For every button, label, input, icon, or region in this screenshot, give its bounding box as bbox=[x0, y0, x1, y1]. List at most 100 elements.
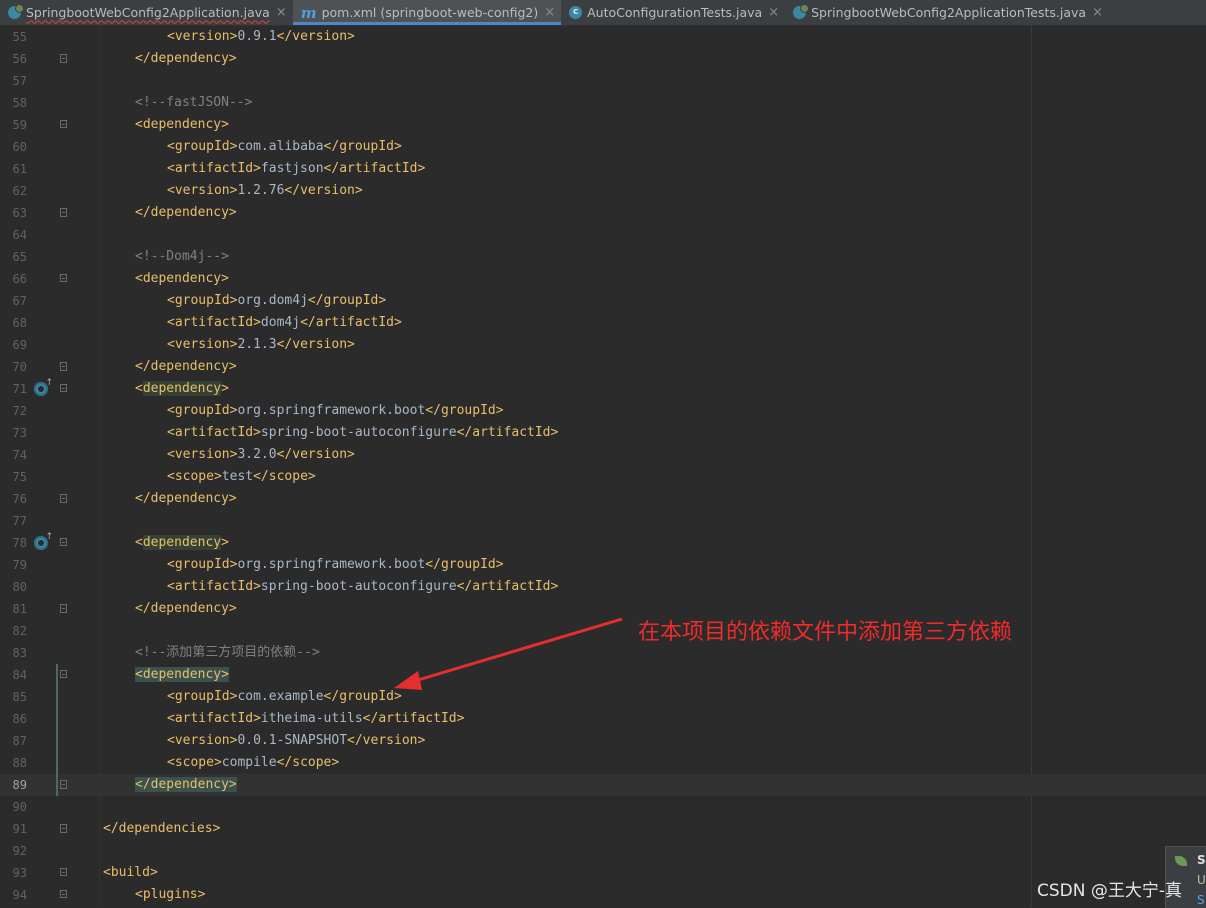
code-text: <dependency> bbox=[135, 117, 229, 132]
code-line-current[interactable]: 89 </dependency> bbox=[0, 774, 1206, 796]
line-number: 90 bbox=[12, 800, 27, 814]
code-line[interactable]: 59 <dependency> bbox=[0, 114, 1206, 136]
code-text: <groupId>org.springframework.boot</group… bbox=[167, 403, 504, 418]
close-icon[interactable]: × bbox=[276, 5, 287, 20]
fold-start-icon[interactable] bbox=[60, 890, 67, 898]
code-text: <artifactId>dom4j</artifactId> bbox=[167, 315, 402, 330]
code-line[interactable]: 79 <groupId>org.springframework.boot</gr… bbox=[0, 554, 1206, 576]
code-line[interactable]: 57 bbox=[0, 70, 1206, 92]
fold-start-icon[interactable] bbox=[60, 120, 67, 128]
fold-end-icon[interactable] bbox=[60, 208, 67, 217]
fold-end-icon[interactable] bbox=[60, 824, 67, 833]
fold-start-icon[interactable] bbox=[60, 384, 67, 392]
code-text: </dependency> bbox=[135, 205, 237, 220]
fold-end-icon[interactable] bbox=[60, 604, 67, 613]
code-text: <dependency> bbox=[135, 535, 229, 550]
code-line[interactable]: 88 <scope>compile</scope> bbox=[0, 752, 1206, 774]
vcs-change-marker[interactable] bbox=[56, 708, 58, 730]
spring-boot-test-icon bbox=[793, 4, 810, 19]
code-line[interactable]: 82 bbox=[0, 620, 1206, 642]
code-line[interactable]: 63 </dependency> bbox=[0, 202, 1206, 224]
line-number: 66 bbox=[12, 272, 27, 286]
fold-start-icon[interactable] bbox=[60, 670, 67, 678]
line-number: 60 bbox=[12, 140, 27, 154]
code-line[interactable]: 85 <groupId>com.example</groupId> bbox=[0, 686, 1206, 708]
code-line[interactable]: 90 bbox=[0, 796, 1206, 818]
close-icon[interactable]: × bbox=[544, 5, 555, 20]
code-line[interactable]: 62 <version>1.2.76</version> bbox=[0, 180, 1206, 202]
code-line[interactable]: 64 bbox=[0, 224, 1206, 246]
vcs-change-marker[interactable] bbox=[56, 774, 58, 796]
fold-start-icon[interactable] bbox=[60, 538, 67, 546]
close-icon[interactable]: × bbox=[768, 5, 779, 20]
code-line[interactable]: 81 </dependency> bbox=[0, 598, 1206, 620]
code-text: </dependencies> bbox=[103, 821, 221, 836]
code-line[interactable]: 67 <groupId>org.dom4j</groupId> bbox=[0, 290, 1206, 312]
fold-start-icon[interactable] bbox=[60, 274, 67, 282]
code-text: <dependency> bbox=[135, 667, 229, 682]
fold-end-icon[interactable] bbox=[60, 362, 67, 371]
line-number: 72 bbox=[12, 404, 27, 418]
tab-pom-xml[interactable]: m pom.xml (springboot-web-config2) × bbox=[292, 0, 562, 25]
fold-end-icon[interactable] bbox=[60, 780, 67, 789]
line-number: 57 bbox=[12, 74, 27, 88]
code-line[interactable]: 84 <dependency> bbox=[0, 664, 1206, 686]
code-line[interactable]: 77 bbox=[0, 510, 1206, 532]
line-number: 78 bbox=[12, 536, 27, 550]
vcs-change-marker[interactable] bbox=[56, 686, 58, 708]
fold-end-icon[interactable] bbox=[60, 54, 67, 63]
maven-dependency-gutter-icon[interactable]: ↑ bbox=[34, 378, 53, 396]
code-line[interactable]: 75 <scope>test</scope> bbox=[0, 466, 1206, 488]
line-number: 61 bbox=[12, 162, 27, 176]
code-line[interactable]: 69 <version>2.1.3</version> bbox=[0, 334, 1206, 356]
tab-springboot-web-config2-application[interactable]: SpringbootWebConfig2Application.java × bbox=[0, 0, 293, 25]
line-number: 77 bbox=[12, 514, 27, 528]
code-line[interactable]: 91 </dependencies> bbox=[0, 818, 1206, 840]
line-number: 80 bbox=[12, 580, 27, 594]
line-number: 89 bbox=[12, 778, 27, 792]
code-line[interactable]: 66 <dependency> bbox=[0, 268, 1206, 290]
code-text: <groupId>com.alibaba</groupId> bbox=[167, 139, 402, 154]
code-text: <artifactId>spring-boot-autoconfigure</a… bbox=[167, 425, 559, 440]
code-line[interactable]: 86 <artifactId>itheima-utils</artifactId… bbox=[0, 708, 1206, 730]
code-line[interactable]: 68 <artifactId>dom4j</artifactId> bbox=[0, 312, 1206, 334]
code-line[interactable]: 58 <!--fastJSON--> bbox=[0, 92, 1206, 114]
fold-start-icon[interactable] bbox=[60, 868, 67, 876]
line-number: 76 bbox=[12, 492, 27, 506]
code-line[interactable]: 70 </dependency> bbox=[0, 356, 1206, 378]
code-line[interactable]: 71 ↑ <dependency> bbox=[0, 378, 1206, 400]
code-line[interactable]: 78 ↑ <dependency> bbox=[0, 532, 1206, 554]
code-line[interactable]: 74 <version>3.2.0</version> bbox=[0, 444, 1206, 466]
close-icon[interactable]: × bbox=[1092, 5, 1103, 20]
vcs-change-marker[interactable] bbox=[56, 664, 58, 686]
line-number: 55 bbox=[12, 30, 27, 44]
code-line[interactable]: 93 <build> bbox=[0, 862, 1206, 884]
class-icon: c bbox=[569, 6, 583, 19]
code-line[interactable]: 55 <version>0.9.1</version> bbox=[0, 26, 1206, 48]
code-line[interactable]: 76 </dependency> bbox=[0, 488, 1206, 510]
code-line[interactable]: 65 <!--Dom4j--> bbox=[0, 246, 1206, 268]
line-number: 71 bbox=[12, 382, 27, 396]
line-number: 69 bbox=[12, 338, 27, 352]
tab-springboot-web-config2-application-tests[interactable]: SpringbootWebConfig2ApplicationTests.jav… bbox=[785, 0, 1109, 25]
code-line[interactable]: 83 <!--添加第三方项目的依赖--> bbox=[0, 642, 1206, 664]
code-line[interactable]: 72 <groupId>org.springframework.boot</gr… bbox=[0, 400, 1206, 422]
vcs-change-marker[interactable] bbox=[56, 752, 58, 774]
code-line[interactable]: 80 <artifactId>spring-boot-autoconfigure… bbox=[0, 576, 1206, 598]
fold-end-icon[interactable] bbox=[60, 494, 67, 503]
line-number: 73 bbox=[12, 426, 27, 440]
code-editor[interactable]: 55 <version>0.9.1</version> 56 </depende… bbox=[0, 26, 1206, 907]
code-line[interactable]: 56 </dependency> bbox=[0, 48, 1206, 70]
code-line[interactable]: 73 <artifactId>spring-boot-autoconfigure… bbox=[0, 422, 1206, 444]
code-line[interactable]: 61 <artifactId>fastjson</artifactId> bbox=[0, 158, 1206, 180]
line-number: 83 bbox=[12, 646, 27, 660]
code-line[interactable]: 92 bbox=[0, 840, 1206, 862]
code-line[interactable]: 87 <version>0.0.1-SNAPSHOT</version> bbox=[0, 730, 1206, 752]
code-line[interactable]: 94 <plugins> bbox=[0, 884, 1206, 906]
vcs-change-marker[interactable] bbox=[56, 730, 58, 752]
code-line[interactable]: 60 <groupId>com.alibaba</groupId> bbox=[0, 136, 1206, 158]
notification-link[interactable]: S bbox=[1197, 893, 1205, 907]
tab-auto-configuration-tests[interactable]: c AutoConfigurationTests.java × bbox=[561, 0, 785, 25]
tab-label: SpringbootWebConfig2Application.java bbox=[26, 5, 270, 20]
maven-dependency-gutter-icon[interactable]: ↑ bbox=[34, 532, 53, 550]
